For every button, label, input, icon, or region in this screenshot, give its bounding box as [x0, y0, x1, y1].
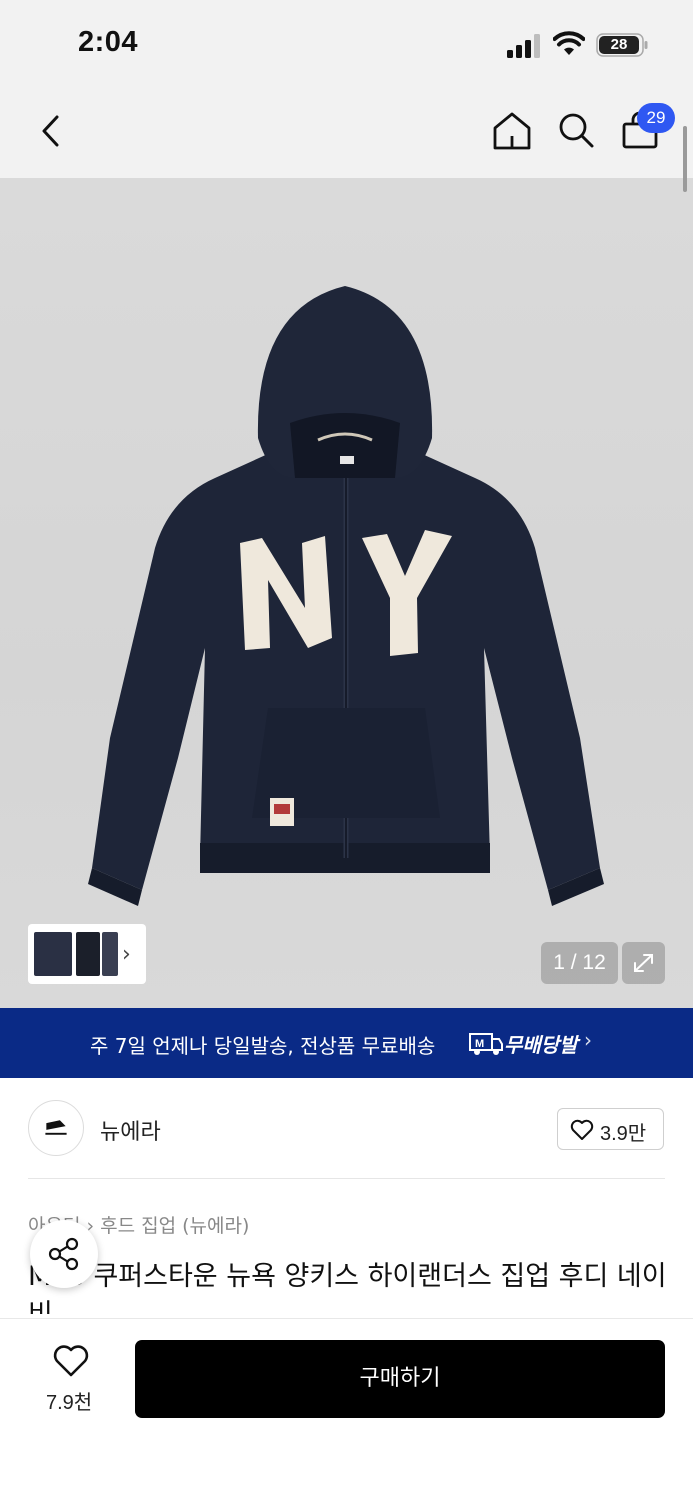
- home-icon[interactable]: [491, 110, 533, 152]
- brand-name[interactable]: 뉴에라: [100, 1114, 161, 1146]
- battery-level: 28: [599, 36, 639, 54]
- back-button[interactable]: [36, 112, 66, 150]
- promo-brand-label: 무배당발: [504, 1033, 578, 1057]
- top-navigation: [0, 90, 693, 178]
- thumbnail-2[interactable]: [76, 932, 100, 976]
- brand-like-count: 3.9만: [600, 1123, 647, 1145]
- delivery-promo-banner[interactable]: 주 7일 언제나 당일발송, 전상품 무료배송 M 무배당발 ›: [0, 1008, 693, 1078]
- chevron-right-icon: ›: [584, 1028, 592, 1052]
- heart-icon: [53, 1345, 89, 1377]
- product-image-gallery[interactable]: › 1 / 12: [0, 178, 693, 1008]
- promo-text: 주 7일 언제나 당일발송, 전상품 무료배송: [90, 1034, 436, 1058]
- heart-icon: [570, 1119, 594, 1140]
- wishlist-count: 7.9천: [46, 1392, 93, 1414]
- thumbnail-3[interactable]: [102, 932, 118, 976]
- image-page-counter: 1 / 12: [541, 942, 618, 984]
- status-time: 2:04: [78, 26, 139, 58]
- brand-logo[interactable]: [28, 1100, 84, 1156]
- share-icon: [48, 1237, 79, 1271]
- cellular-signal-icon: [507, 34, 540, 58]
- status-bar: 2:04 28: [0, 0, 693, 90]
- share-button[interactable]: [30, 1220, 98, 1288]
- svg-text:M: M: [475, 1038, 484, 1050]
- hoodie-product-image: [88, 286, 604, 906]
- product-title: MLB 쿠퍼스타운 뉴욕 양키스 하이랜더스 집업 후디 네이비: [28, 1261, 667, 1314]
- thumbnail-1[interactable]: [34, 932, 72, 976]
- wifi-icon: [553, 31, 585, 55]
- cart-count-badge: 29: [637, 103, 675, 133]
- buy-button[interactable]: 구매하기: [135, 1340, 665, 1418]
- chevron-right-icon[interactable]: ›: [122, 942, 131, 967]
- divider: [28, 1178, 665, 1179]
- search-icon[interactable]: [556, 110, 596, 150]
- expand-icon[interactable]: [622, 942, 665, 984]
- scrollbar[interactable]: [683, 126, 687, 192]
